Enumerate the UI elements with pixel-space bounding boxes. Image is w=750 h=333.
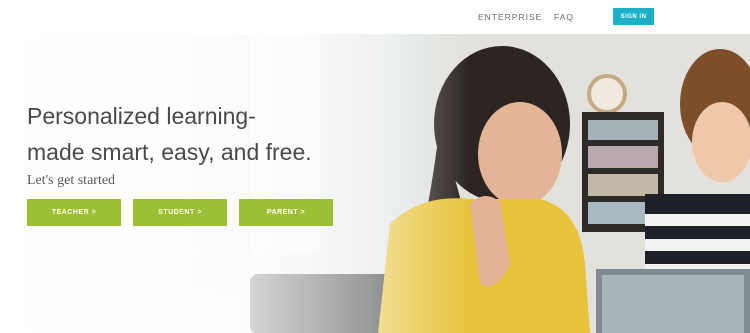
top-navigation-bar: ENTERPRISE FAQ SIGN IN	[0, 0, 750, 34]
sign-in-button[interactable]: SIGN IN	[613, 8, 654, 25]
nav-faq-link[interactable]: FAQ	[554, 12, 574, 22]
hero-headline: Personalized learning- made smart, easy,…	[27, 98, 312, 170]
teacher-button[interactable]: TEACHER >	[27, 199, 121, 226]
hero-headline-line-1: Personalized learning-	[27, 103, 256, 129]
hero-subheadline: Let's get started	[27, 173, 116, 188]
nav-enterprise-link[interactable]: ENTERPRISE	[478, 12, 542, 22]
hero-headline-line-2: made smart, easy, and free.	[27, 139, 312, 165]
parent-button[interactable]: PARENT >	[239, 199, 333, 226]
student-button[interactable]: STUDENT >	[133, 199, 227, 226]
